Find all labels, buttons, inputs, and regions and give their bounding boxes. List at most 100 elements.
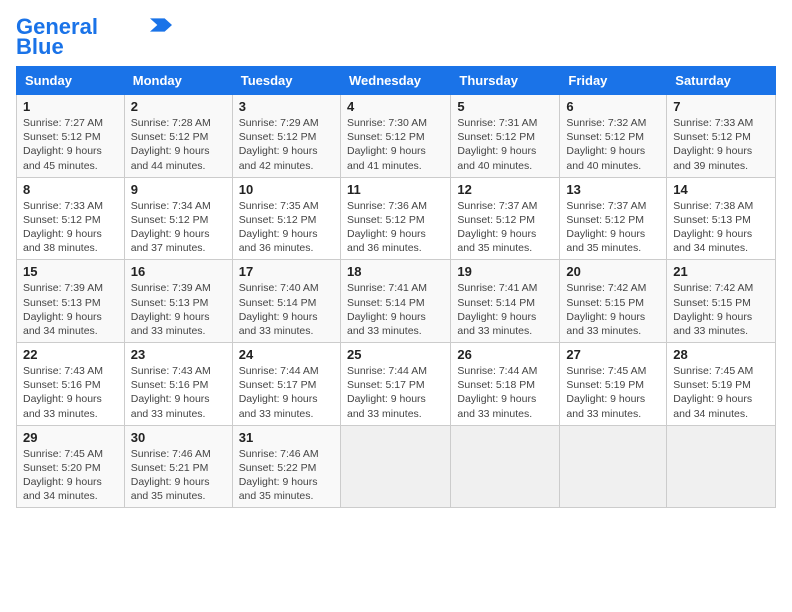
day-info: Sunrise: 7:44 AM Sunset: 5:17 PM Dayligh… bbox=[239, 364, 334, 421]
day-number: 18 bbox=[347, 264, 444, 279]
day-info: Sunrise: 7:34 AM Sunset: 5:12 PM Dayligh… bbox=[131, 199, 226, 256]
calendar-cell: 8 Sunrise: 7:33 AM Sunset: 5:12 PM Daylig… bbox=[17, 177, 125, 260]
calendar-cell: 23 Sunrise: 7:43 AM Sunset: 5:16 PM Dayli… bbox=[124, 343, 232, 426]
calendar-week-row: 29 Sunrise: 7:45 AM Sunset: 5:20 PM Dayli… bbox=[17, 425, 776, 508]
day-info: Sunrise: 7:42 AM Sunset: 5:15 PM Dayligh… bbox=[566, 281, 660, 338]
day-number: 22 bbox=[23, 347, 118, 362]
day-info: Sunrise: 7:43 AM Sunset: 5:16 PM Dayligh… bbox=[23, 364, 118, 421]
day-number: 12 bbox=[457, 182, 553, 197]
day-number: 29 bbox=[23, 430, 118, 445]
day-info: Sunrise: 7:45 AM Sunset: 5:19 PM Dayligh… bbox=[673, 364, 769, 421]
day-info: Sunrise: 7:41 AM Sunset: 5:14 PM Dayligh… bbox=[347, 281, 444, 338]
day-info: Sunrise: 7:42 AM Sunset: 5:15 PM Dayligh… bbox=[673, 281, 769, 338]
day-info: Sunrise: 7:46 AM Sunset: 5:22 PM Dayligh… bbox=[239, 447, 334, 504]
header-day-thursday: Thursday bbox=[451, 67, 560, 95]
day-info: Sunrise: 7:27 AM Sunset: 5:12 PM Dayligh… bbox=[23, 116, 118, 173]
calendar-cell: 11Sunrise: 7:36 AM Sunset: 5:12 PM Dayli… bbox=[340, 177, 450, 260]
calendar-cell: 1 Sunrise: 7:27 AM Sunset: 5:12 PM Daylig… bbox=[17, 95, 125, 178]
logo-blue-text: Blue bbox=[16, 36, 64, 58]
header-day-sunday: Sunday bbox=[17, 67, 125, 95]
day-number: 13 bbox=[566, 182, 660, 197]
day-info: Sunrise: 7:43 AM Sunset: 5:16 PM Dayligh… bbox=[131, 364, 226, 421]
calendar-cell: 18 Sunrise: 7:41 AM Sunset: 5:14 PM Dayli… bbox=[340, 260, 450, 343]
day-number: 8 bbox=[23, 182, 118, 197]
day-info: Sunrise: 7:29 AM Sunset: 5:12 PM Dayligh… bbox=[239, 116, 334, 173]
calendar-cell: 13 Sunrise: 7:37 AM Sunset: 5:12 PM Dayli… bbox=[560, 177, 667, 260]
calendar-cell bbox=[340, 425, 450, 508]
day-info: Sunrise: 7:46 AM Sunset: 5:21 PM Dayligh… bbox=[131, 447, 226, 504]
day-info: Sunrise: 7:38 AM Sunset: 5:13 PM Dayligh… bbox=[673, 199, 769, 256]
day-number: 14 bbox=[673, 182, 769, 197]
day-number: 3 bbox=[239, 99, 334, 114]
calendar-week-row: 8 Sunrise: 7:33 AM Sunset: 5:12 PM Daylig… bbox=[17, 177, 776, 260]
day-number: 24 bbox=[239, 347, 334, 362]
calendar-cell: 22 Sunrise: 7:43 AM Sunset: 5:16 PM Dayli… bbox=[17, 343, 125, 426]
day-number: 9 bbox=[131, 182, 226, 197]
calendar-cell: 9 Sunrise: 7:34 AM Sunset: 5:12 PM Daylig… bbox=[124, 177, 232, 260]
header-day-saturday: Saturday bbox=[667, 67, 776, 95]
calendar-cell bbox=[667, 425, 776, 508]
header-day-tuesday: Tuesday bbox=[232, 67, 340, 95]
day-info: Sunrise: 7:37 AM Sunset: 5:12 PM Dayligh… bbox=[457, 199, 553, 256]
calendar-cell: 6 Sunrise: 7:32 AM Sunset: 5:12 PM Daylig… bbox=[560, 95, 667, 178]
day-number: 15 bbox=[23, 264, 118, 279]
day-number: 25 bbox=[347, 347, 444, 362]
day-info: Sunrise: 7:28 AM Sunset: 5:12 PM Dayligh… bbox=[131, 116, 226, 173]
day-info: Sunrise: 7:37 AM Sunset: 5:12 PM Dayligh… bbox=[566, 199, 660, 256]
day-number: 28 bbox=[673, 347, 769, 362]
calendar-cell: 12 Sunrise: 7:37 AM Sunset: 5:12 PM Dayli… bbox=[451, 177, 560, 260]
calendar-cell: 24 Sunrise: 7:44 AM Sunset: 5:17 PM Dayli… bbox=[232, 343, 340, 426]
day-info: Sunrise: 7:44 AM Sunset: 5:18 PM Dayligh… bbox=[457, 364, 553, 421]
day-number: 26 bbox=[457, 347, 553, 362]
day-info: Sunrise: 7:44 AM Sunset: 5:17 PM Dayligh… bbox=[347, 364, 444, 421]
calendar-cell: 10Sunrise: 7:35 AM Sunset: 5:12 PM Dayli… bbox=[232, 177, 340, 260]
day-number: 27 bbox=[566, 347, 660, 362]
day-info: Sunrise: 7:33 AM Sunset: 5:12 PM Dayligh… bbox=[23, 199, 118, 256]
day-number: 11 bbox=[347, 182, 444, 197]
day-info: Sunrise: 7:30 AM Sunset: 5:12 PM Dayligh… bbox=[347, 116, 444, 173]
calendar-cell: 14 Sunrise: 7:38 AM Sunset: 5:13 PM Dayli… bbox=[667, 177, 776, 260]
day-number: 31 bbox=[239, 430, 334, 445]
calendar-cell: 29 Sunrise: 7:45 AM Sunset: 5:20 PM Dayli… bbox=[17, 425, 125, 508]
day-number: 6 bbox=[566, 99, 660, 114]
day-info: Sunrise: 7:41 AM Sunset: 5:14 PM Dayligh… bbox=[457, 281, 553, 338]
calendar-cell: 30Sunrise: 7:46 AM Sunset: 5:21 PM Dayli… bbox=[124, 425, 232, 508]
day-number: 1 bbox=[23, 99, 118, 114]
calendar-cell: 28 Sunrise: 7:45 AM Sunset: 5:19 PM Dayli… bbox=[667, 343, 776, 426]
day-info: Sunrise: 7:45 AM Sunset: 5:20 PM Dayligh… bbox=[23, 447, 118, 504]
day-info: Sunrise: 7:33 AM Sunset: 5:12 PM Dayligh… bbox=[673, 116, 769, 173]
day-number: 5 bbox=[457, 99, 553, 114]
day-number: 21 bbox=[673, 264, 769, 279]
day-number: 16 bbox=[131, 264, 226, 279]
calendar-cell: 15 Sunrise: 7:39 AM Sunset: 5:13 PM Dayli… bbox=[17, 260, 125, 343]
header-day-wednesday: Wednesday bbox=[340, 67, 450, 95]
calendar-cell: 2Sunrise: 7:28 AM Sunset: 5:12 PM Daylig… bbox=[124, 95, 232, 178]
calendar-week-row: 22 Sunrise: 7:43 AM Sunset: 5:16 PM Dayli… bbox=[17, 343, 776, 426]
day-number: 7 bbox=[673, 99, 769, 114]
day-info: Sunrise: 7:32 AM Sunset: 5:12 PM Dayligh… bbox=[566, 116, 660, 173]
calendar-cell: 4 Sunrise: 7:30 AM Sunset: 5:12 PM Daylig… bbox=[340, 95, 450, 178]
day-number: 19 bbox=[457, 264, 553, 279]
day-info: Sunrise: 7:39 AM Sunset: 5:13 PM Dayligh… bbox=[23, 281, 118, 338]
calendar-cell: 17Sunrise: 7:40 AM Sunset: 5:14 PM Dayli… bbox=[232, 260, 340, 343]
day-number: 23 bbox=[131, 347, 226, 362]
calendar-cell: 27Sunrise: 7:45 AM Sunset: 5:19 PM Dayli… bbox=[560, 343, 667, 426]
day-number: 4 bbox=[347, 99, 444, 114]
calendar-cell: 31 Sunrise: 7:46 AM Sunset: 5:22 PM Dayli… bbox=[232, 425, 340, 508]
day-info: Sunrise: 7:39 AM Sunset: 5:13 PM Dayligh… bbox=[131, 281, 226, 338]
calendar-cell: 16 Sunrise: 7:39 AM Sunset: 5:13 PM Dayli… bbox=[124, 260, 232, 343]
calendar-week-row: 1 Sunrise: 7:27 AM Sunset: 5:12 PM Daylig… bbox=[17, 95, 776, 178]
header-day-monday: Monday bbox=[124, 67, 232, 95]
header-day-friday: Friday bbox=[560, 67, 667, 95]
calendar-cell bbox=[451, 425, 560, 508]
calendar-cell: 20Sunrise: 7:42 AM Sunset: 5:15 PM Dayli… bbox=[560, 260, 667, 343]
day-number: 17 bbox=[239, 264, 334, 279]
day-number: 10 bbox=[239, 182, 334, 197]
calendar-cell: 3 Sunrise: 7:29 AM Sunset: 5:12 PM Daylig… bbox=[232, 95, 340, 178]
calendar-header-row: SundayMondayTuesdayWednesdayThursdayFrid… bbox=[17, 67, 776, 95]
calendar-cell bbox=[560, 425, 667, 508]
calendar-cell: 21 Sunrise: 7:42 AM Sunset: 5:15 PM Dayli… bbox=[667, 260, 776, 343]
logo: General Blue bbox=[16, 16, 172, 58]
day-info: Sunrise: 7:31 AM Sunset: 5:12 PM Dayligh… bbox=[457, 116, 553, 173]
calendar-cell: 19 Sunrise: 7:41 AM Sunset: 5:14 PM Dayli… bbox=[451, 260, 560, 343]
